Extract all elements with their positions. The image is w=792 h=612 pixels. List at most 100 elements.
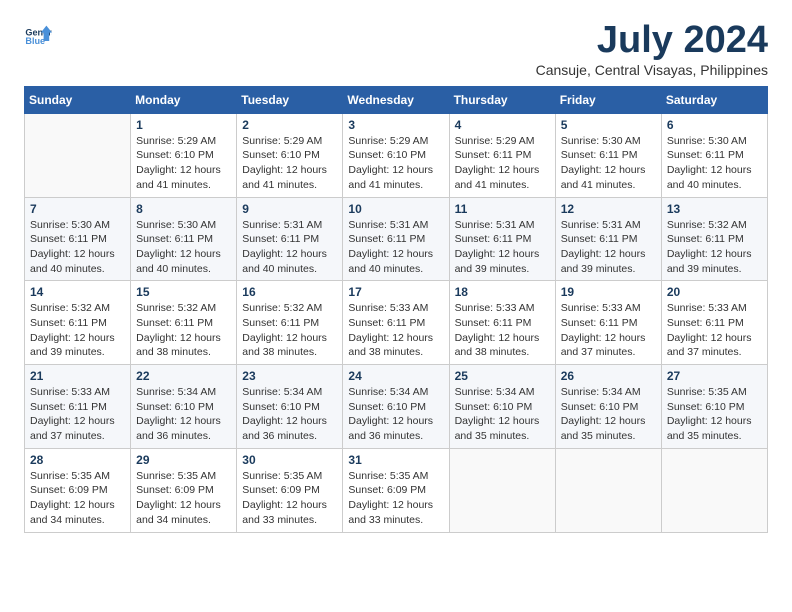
day-number: 30 <box>242 453 337 467</box>
day-number: 10 <box>348 202 443 216</box>
day-info: Sunrise: 5:33 AM Sunset: 6:11 PM Dayligh… <box>30 385 125 444</box>
calendar-cell: 7 Sunrise: 5:30 AM Sunset: 6:11 PM Daylig… <box>25 197 131 281</box>
day-info: Sunrise: 5:34 AM Sunset: 6:10 PM Dayligh… <box>455 385 550 444</box>
day-info: Sunrise: 5:30 AM Sunset: 6:11 PM Dayligh… <box>30 218 125 277</box>
calendar-cell: 17Sunrise: 5:33 AM Sunset: 6:11 PM Dayli… <box>343 281 449 365</box>
calendar-cell: 31Sunrise: 5:35 AM Sunset: 6:09 PM Dayli… <box>343 448 449 532</box>
logo-icon: General Blue <box>24 20 52 48</box>
day-number: 14 <box>30 285 125 299</box>
day-info: Sunrise: 5:34 AM Sunset: 6:10 PM Dayligh… <box>348 385 443 444</box>
calendar-cell: 9Sunrise: 5:31 AM Sunset: 6:11 PM Daylig… <box>237 197 343 281</box>
calendar-cell <box>555 448 661 532</box>
calendar-body: 1 Sunrise: 5:29 AM Sunset: 6:10 PM Daylig… <box>25 113 768 532</box>
day-number: 1 <box>136 118 231 132</box>
calendar-cell: 25 Sunrise: 5:34 AM Sunset: 6:10 PM Dayli… <box>449 365 555 449</box>
calendar-week-row: 21Sunrise: 5:33 AM Sunset: 6:11 PM Dayli… <box>25 365 768 449</box>
calendar-cell: 21Sunrise: 5:33 AM Sunset: 6:11 PM Dayli… <box>25 365 131 449</box>
day-number: 16 <box>242 285 337 299</box>
calendar-table: Sunday Monday Tuesday Wednesday Thursday… <box>24 86 768 533</box>
day-number: 4 <box>455 118 550 132</box>
col-saturday: Saturday <box>661 86 767 113</box>
day-number: 20 <box>667 285 762 299</box>
calendar-cell: 2Sunrise: 5:29 AM Sunset: 6:10 PM Daylig… <box>237 113 343 197</box>
calendar-cell: 22 Sunrise: 5:34 AM Sunset: 6:10 PM Dayli… <box>131 365 237 449</box>
day-info: Sunrise: 5:32 AM Sunset: 6:11 PM Dayligh… <box>242 301 337 360</box>
day-number: 26 <box>561 369 656 383</box>
calendar-cell: 5 Sunrise: 5:30 AM Sunset: 6:11 PM Daylig… <box>555 113 661 197</box>
day-number: 27 <box>667 369 762 383</box>
day-info: Sunrise: 5:33 AM Sunset: 6:11 PM Dayligh… <box>561 301 656 360</box>
calendar-cell: 19 Sunrise: 5:33 AM Sunset: 6:11 PM Dayli… <box>555 281 661 365</box>
day-info: Sunrise: 5:31 AM Sunset: 6:11 PM Dayligh… <box>561 218 656 277</box>
svg-text:Blue: Blue <box>25 36 45 46</box>
calendar-cell: 4Sunrise: 5:29 AM Sunset: 6:11 PM Daylig… <box>449 113 555 197</box>
col-wednesday: Wednesday <box>343 86 449 113</box>
day-number: 17 <box>348 285 443 299</box>
calendar-title: July 2024 <box>536 20 768 62</box>
calendar-cell: 29Sunrise: 5:35 AM Sunset: 6:09 PM Dayli… <box>131 448 237 532</box>
col-monday: Monday <box>131 86 237 113</box>
calendar-cell <box>661 448 767 532</box>
calendar-cell: 23Sunrise: 5:34 AM Sunset: 6:10 PM Dayli… <box>237 365 343 449</box>
day-number: 18 <box>455 285 550 299</box>
calendar-cell <box>25 113 131 197</box>
day-info: Sunrise: 5:35 AM Sunset: 6:09 PM Dayligh… <box>136 469 231 528</box>
day-info: Sunrise: 5:31 AM Sunset: 6:11 PM Dayligh… <box>348 218 443 277</box>
page-header: General Blue July 2024 Cansuje, Central … <box>24 20 768 78</box>
day-number: 19 <box>561 285 656 299</box>
calendar-cell: 20 Sunrise: 5:33 AM Sunset: 6:11 PM Dayli… <box>661 281 767 365</box>
day-number: 5 <box>561 118 656 132</box>
day-info: Sunrise: 5:34 AM Sunset: 6:10 PM Dayligh… <box>561 385 656 444</box>
day-number: 3 <box>348 118 443 132</box>
day-number: 6 <box>667 118 762 132</box>
title-area: July 2024 Cansuje, Central Visayas, Phil… <box>536 20 768 78</box>
calendar-cell: 27 Sunrise: 5:35 AM Sunset: 6:10 PM Dayli… <box>661 365 767 449</box>
calendar-cell: 10 Sunrise: 5:31 AM Sunset: 6:11 PM Dayli… <box>343 197 449 281</box>
day-info: Sunrise: 5:31 AM Sunset: 6:11 PM Dayligh… <box>455 218 550 277</box>
day-info: Sunrise: 5:34 AM Sunset: 6:10 PM Dayligh… <box>136 385 231 444</box>
location-subtitle: Cansuje, Central Visayas, Philippines <box>536 62 768 78</box>
day-info: Sunrise: 5:29 AM Sunset: 6:10 PM Dayligh… <box>136 134 231 193</box>
day-number: 24 <box>348 369 443 383</box>
day-number: 28 <box>30 453 125 467</box>
day-info: Sunrise: 5:34 AM Sunset: 6:10 PM Dayligh… <box>242 385 337 444</box>
col-friday: Friday <box>555 86 661 113</box>
calendar-cell: 3 Sunrise: 5:29 AM Sunset: 6:10 PM Daylig… <box>343 113 449 197</box>
day-number: 22 <box>136 369 231 383</box>
day-number: 2 <box>242 118 337 132</box>
day-number: 8 <box>136 202 231 216</box>
day-number: 11 <box>455 202 550 216</box>
day-info: Sunrise: 5:31 AM Sunset: 6:11 PM Dayligh… <box>242 218 337 277</box>
logo: General Blue <box>24 20 52 48</box>
calendar-cell: 16 Sunrise: 5:32 AM Sunset: 6:11 PM Dayli… <box>237 281 343 365</box>
calendar-cell: 8 Sunrise: 5:30 AM Sunset: 6:11 PM Daylig… <box>131 197 237 281</box>
calendar-cell: 30 Sunrise: 5:35 AM Sunset: 6:09 PM Dayli… <box>237 448 343 532</box>
day-info: Sunrise: 5:35 AM Sunset: 6:09 PM Dayligh… <box>242 469 337 528</box>
day-number: 7 <box>30 202 125 216</box>
day-info: Sunrise: 5:35 AM Sunset: 6:10 PM Dayligh… <box>667 385 762 444</box>
calendar-cell: 18 Sunrise: 5:33 AM Sunset: 6:11 PM Dayli… <box>449 281 555 365</box>
calendar-cell: 6 Sunrise: 5:30 AM Sunset: 6:11 PM Daylig… <box>661 113 767 197</box>
calendar-week-row: 7 Sunrise: 5:30 AM Sunset: 6:11 PM Daylig… <box>25 197 768 281</box>
day-number: 12 <box>561 202 656 216</box>
day-info: Sunrise: 5:32 AM Sunset: 6:11 PM Dayligh… <box>30 301 125 360</box>
day-info: Sunrise: 5:33 AM Sunset: 6:11 PM Dayligh… <box>455 301 550 360</box>
calendar-cell: 14 Sunrise: 5:32 AM Sunset: 6:11 PM Dayli… <box>25 281 131 365</box>
calendar-cell: 15Sunrise: 5:32 AM Sunset: 6:11 PM Dayli… <box>131 281 237 365</box>
day-info: Sunrise: 5:30 AM Sunset: 6:11 PM Dayligh… <box>136 218 231 277</box>
calendar-cell: 1 Sunrise: 5:29 AM Sunset: 6:10 PM Daylig… <box>131 113 237 197</box>
day-info: Sunrise: 5:33 AM Sunset: 6:11 PM Dayligh… <box>667 301 762 360</box>
calendar-week-row: 14 Sunrise: 5:32 AM Sunset: 6:11 PM Dayli… <box>25 281 768 365</box>
day-info: Sunrise: 5:30 AM Sunset: 6:11 PM Dayligh… <box>561 134 656 193</box>
day-info: Sunrise: 5:32 AM Sunset: 6:11 PM Dayligh… <box>667 218 762 277</box>
calendar-cell: 26 Sunrise: 5:34 AM Sunset: 6:10 PM Dayli… <box>555 365 661 449</box>
calendar-week-row: 28 Sunrise: 5:35 AM Sunset: 6:09 PM Dayli… <box>25 448 768 532</box>
day-number: 25 <box>455 369 550 383</box>
calendar-week-row: 1 Sunrise: 5:29 AM Sunset: 6:10 PM Daylig… <box>25 113 768 197</box>
day-info: Sunrise: 5:29 AM Sunset: 6:10 PM Dayligh… <box>348 134 443 193</box>
day-info: Sunrise: 5:30 AM Sunset: 6:11 PM Dayligh… <box>667 134 762 193</box>
calendar-cell: 24 Sunrise: 5:34 AM Sunset: 6:10 PM Dayli… <box>343 365 449 449</box>
calendar-cell: 28Sunrise: 5:35 AM Sunset: 6:09 PM Dayli… <box>25 448 131 532</box>
day-number: 31 <box>348 453 443 467</box>
day-number: 13 <box>667 202 762 216</box>
